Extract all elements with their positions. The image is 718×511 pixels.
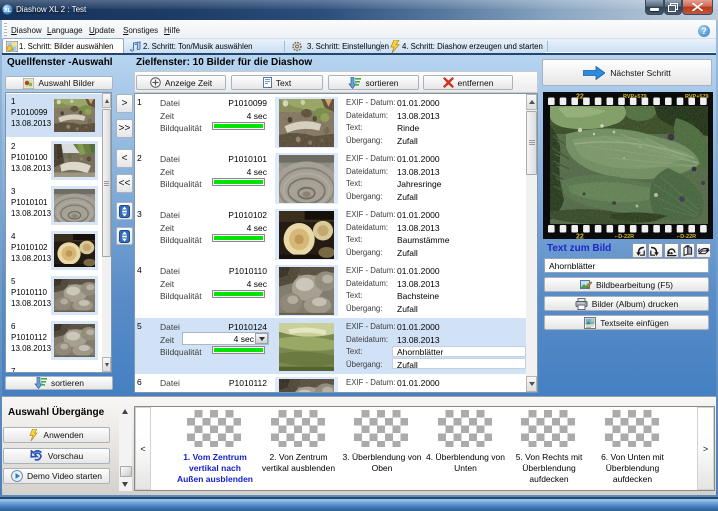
svg-text:RVP+579: RVP+579: [623, 94, 647, 100]
svg-text:22: 22: [576, 94, 584, 101]
svg-text:⌐D-22R: ⌐D-22R: [615, 234, 634, 239]
svg-text:XL: XL: [4, 8, 12, 14]
svg-text:RVP+579: RVP+579: [685, 94, 709, 100]
svg-text:⌐D-22R: ⌐D-22R: [677, 234, 696, 239]
svg-text:22: 22: [576, 234, 584, 240]
